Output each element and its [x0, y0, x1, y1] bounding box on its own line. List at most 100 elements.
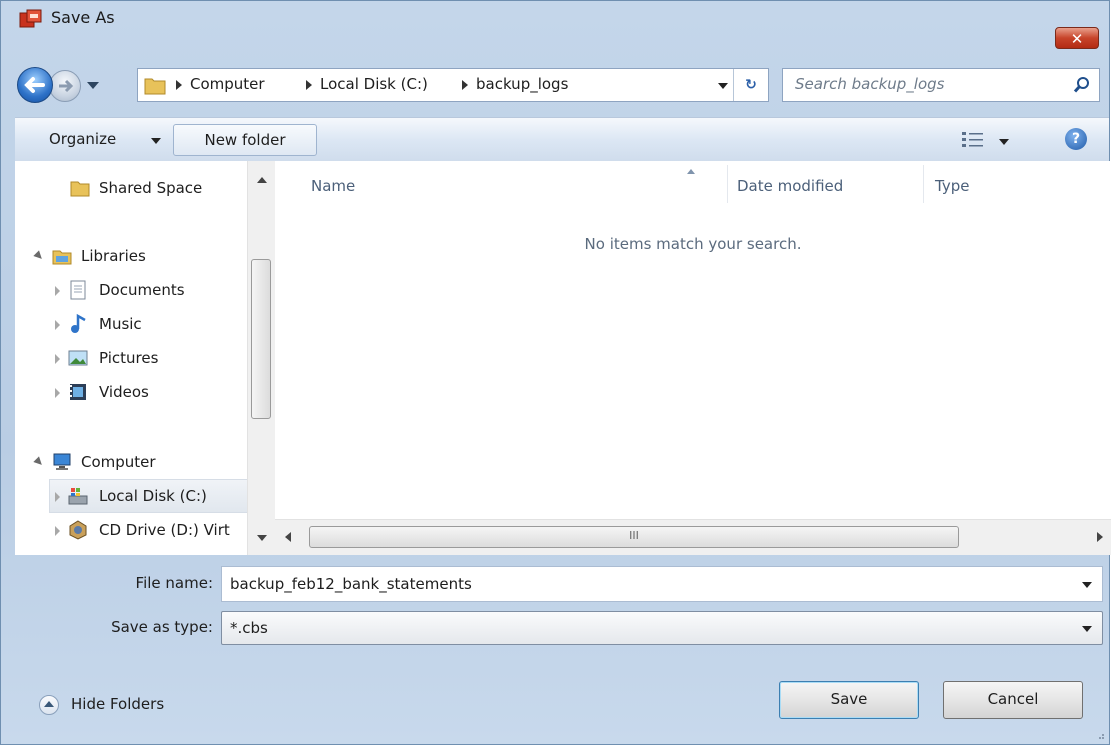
save-type-value: *.cbs	[230, 619, 268, 637]
address-dropdown[interactable]	[718, 83, 728, 89]
folder-icon	[70, 181, 90, 197]
address-bar[interactable]: Computer Local Disk (C:) backup_logs ↻	[137, 68, 769, 102]
sidebar-item-cd-drive[interactable]: CD Drive (D:) Virt	[15, 515, 247, 545]
sidebar-item-computer[interactable]: Computer	[15, 447, 247, 477]
forward-button[interactable]	[49, 70, 81, 102]
file-name-field[interactable]: backup_feb12_bank_statements	[221, 566, 1103, 602]
search-icon[interactable]	[1073, 76, 1091, 94]
expand-arrow-icon[interactable]	[55, 388, 60, 398]
resize-grip-icon[interactable]	[1095, 730, 1105, 740]
chevron-down-icon[interactable]	[1082, 582, 1092, 588]
views-icon[interactable]	[961, 130, 985, 150]
sidebar-item-label: Local Disk (C:)	[99, 487, 207, 505]
breadcrumb-separator[interactable]	[462, 80, 468, 90]
chevron-down-icon[interactable]	[1082, 626, 1092, 632]
back-arrow-icon	[24, 77, 45, 93]
navigation-bar: Computer Local Disk (C:) backup_logs ↻ S…	[1, 59, 1109, 109]
empty-list-message: No items match your search.	[584, 235, 802, 253]
hide-folders-label: Hide Folders	[71, 695, 165, 713]
expand-arrow-icon[interactable]	[33, 250, 45, 262]
folder-icon	[144, 78, 166, 95]
close-icon: ✕	[1070, 30, 1084, 48]
scroll-thumb[interactable]	[251, 259, 271, 419]
sidebar-item-label: Libraries	[81, 247, 146, 265]
computer-icon	[53, 453, 71, 470]
navigation-pane: Shared Space Libraries Documents Music P…	[15, 161, 247, 555]
forward-arrow-icon	[59, 79, 74, 93]
title-bar: Save As	[1, 1, 1109, 35]
search-input[interactable]: Search backup_logs	[795, 75, 945, 93]
expand-arrow-icon[interactable]	[55, 354, 60, 364]
hscroll-thumb[interactable]: III	[309, 526, 959, 548]
chevron-up-icon	[39, 695, 59, 715]
close-button[interactable]: ✕	[1055, 27, 1099, 49]
expand-arrow-icon[interactable]	[55, 286, 60, 296]
sidebar-item-label: Computer	[81, 453, 156, 471]
back-button[interactable]	[17, 67, 53, 103]
expand-arrow-icon[interactable]	[55, 492, 60, 502]
sidebar-item-label: Documents	[99, 281, 185, 299]
help-icon: ?	[1071, 131, 1081, 147]
chevron-down-icon[interactable]	[151, 138, 161, 144]
expand-arrow-icon[interactable]	[55, 526, 60, 536]
new-folder-button[interactable]: New folder	[173, 124, 317, 156]
organize-menu[interactable]: Organize	[49, 130, 116, 148]
scroll-up-icon[interactable]	[257, 177, 267, 183]
expand-arrow-icon[interactable]	[33, 456, 45, 468]
file-list-pane: Name Date modified Type No items match y…	[275, 161, 1111, 555]
breadcrumb-computer[interactable]: Computer	[190, 75, 265, 93]
sidebar-item-shared-space[interactable]: Shared Space	[15, 173, 247, 203]
save-button[interactable]: Save	[779, 681, 919, 719]
save-type-select[interactable]: *.cbs	[221, 611, 1103, 645]
breadcrumb-backup-logs[interactable]: backup_logs	[476, 75, 568, 93]
refresh-icon: ↻	[745, 77, 757, 93]
window-title: Save As	[51, 8, 115, 27]
local-disk-icon	[68, 488, 88, 505]
help-button[interactable]: ?	[1065, 128, 1087, 150]
file-name-input[interactable]: backup_feb12_bank_statements	[230, 575, 472, 593]
libraries-icon	[52, 250, 72, 265]
breadcrumb-separator[interactable]	[176, 80, 182, 90]
scroll-down-icon[interactable]	[257, 535, 267, 541]
file-name-label: File name:	[135, 574, 213, 592]
save-type-label: Save as type:	[111, 618, 213, 636]
search-box[interactable]: Search backup_logs	[782, 68, 1100, 102]
sidebar-item-label: CD Drive (D:) Virt	[99, 521, 230, 539]
column-divider[interactable]	[727, 165, 728, 203]
scroll-right-icon[interactable]	[1097, 532, 1103, 542]
sidebar-item-pictures[interactable]: Pictures	[15, 343, 247, 373]
cancel-button[interactable]: Cancel	[943, 681, 1083, 719]
refresh-button[interactable]: ↻	[733, 69, 768, 101]
column-header-type[interactable]: Type	[935, 177, 969, 195]
sidebar-item-libraries[interactable]: Libraries	[15, 241, 247, 271]
sidebar-item-documents[interactable]: Documents	[15, 275, 247, 305]
sidebar-item-label: Shared Space	[99, 179, 203, 197]
pictures-icon	[68, 350, 88, 366]
views-dropdown[interactable]	[999, 139, 1009, 145]
sidebar-item-videos[interactable]: Videos	[15, 377, 247, 407]
sidebar-item-label: Videos	[99, 383, 149, 401]
expand-arrow-icon[interactable]	[55, 320, 60, 330]
sidebar-item-label: Pictures	[99, 349, 159, 367]
scroll-left-icon[interactable]	[285, 532, 291, 542]
breadcrumb-separator[interactable]	[306, 80, 312, 90]
music-icon	[71, 313, 86, 333]
app-icon	[19, 9, 42, 28]
file-list-hscrollbar[interactable]: III	[275, 519, 1111, 555]
breadcrumb-local-disk[interactable]: Local Disk (C:)	[320, 75, 428, 93]
sort-ascending-icon	[687, 169, 695, 174]
grip-icon: III	[629, 529, 639, 542]
documents-icon	[70, 280, 86, 300]
videos-icon	[70, 384, 86, 400]
sidebar-item-label: Music	[99, 315, 142, 333]
recent-locations-dropdown[interactable]	[87, 82, 99, 89]
sidebar-item-local-disk[interactable]: Local Disk (C:)	[15, 481, 247, 511]
sidebar-item-music[interactable]: Music	[15, 309, 247, 339]
column-header-name[interactable]: Name	[311, 177, 355, 195]
cd-drive-icon	[69, 520, 87, 540]
command-toolbar: Organize New folder ?	[15, 117, 1109, 162]
column-divider[interactable]	[923, 165, 924, 203]
save-as-dialog: Save As ✕ Computer Local Disk (C:) backu…	[0, 0, 1111, 745]
navigation-pane-scrollbar[interactable]	[247, 161, 275, 555]
column-header-date-modified[interactable]: Date modified	[737, 177, 843, 195]
